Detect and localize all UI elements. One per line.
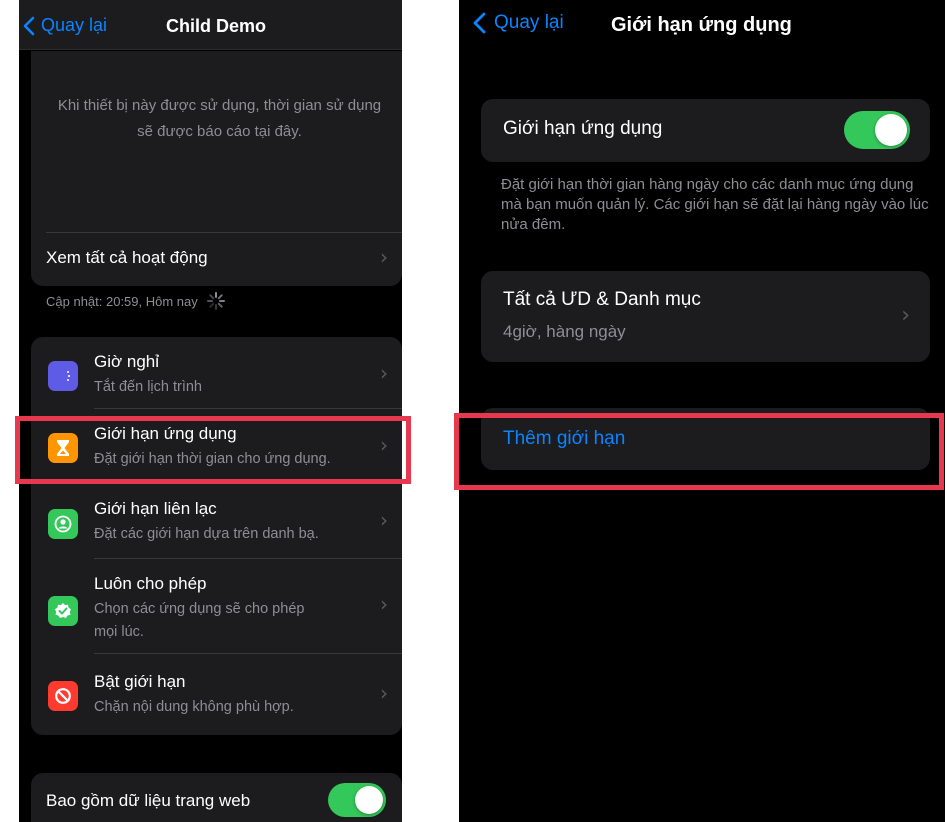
usage-card: Khi thiết bị này được sử dụng, thời gian…: [31, 51, 402, 286]
toggle-knob: [875, 114, 907, 146]
always-allowed-subtitle-line2: mọi lúc.: [94, 624, 144, 640]
hourglass-icon: [48, 433, 78, 463]
always-allowed-title: Luôn cho phép: [94, 574, 207, 593]
app-limits-description: Đặt giới hạn thời gian hàng ngày cho các…: [501, 176, 929, 233]
updated-text: Cập nhật: 20:59, Hôm nay: [46, 293, 198, 309]
page-title: Giới hạn ứng dụng: [611, 14, 792, 36]
chevron-left-icon: [473, 12, 486, 34]
back-button[interactable]: Quay lại: [473, 12, 564, 34]
limit-title: Tất cả ƯD & Danh mục: [503, 289, 701, 310]
back-button[interactable]: Quay lại: [23, 15, 107, 36]
app-limits-subtitle: Đặt giới hạn thời gian cho ứng dụng.: [94, 451, 331, 467]
content-restrictions-row[interactable]: Bật giới hạn Chặn nội dung không phù hợp…: [31, 654, 402, 735]
communication-limits-row[interactable]: Giới hạn liên lạc Đặt các giới hạn dựa t…: [31, 484, 402, 558]
web-data-label: Bao gồm dữ liệu trang web: [46, 791, 251, 810]
content-restrictions-title: Bật giới hạn: [94, 672, 186, 691]
settings-card: Giờ nghỉ Tắt đến lịch trình › Giới hạn ứ…: [31, 337, 402, 735]
always-allowed-row[interactable]: Luôn cho phép Chọn các ứng dụng sẽ cho p…: [31, 559, 402, 653]
chevron-right-icon: ›: [380, 681, 388, 705]
app-limits-toggle-card: Giới hạn ứng dụng: [481, 99, 930, 162]
web-data-toggle[interactable]: [328, 783, 386, 817]
app-limits-row[interactable]: Giới hạn ứng dụng Đặt giới hạn thời gian…: [31, 409, 402, 483]
see-all-activity-label: Xem tất cả hoạt động: [46, 248, 208, 267]
chevron-right-icon: ›: [901, 303, 910, 328]
communication-limits-title: Giới hạn liên lạc: [94, 499, 217, 518]
see-all-activity-row[interactable]: Xem tất cả hoạt động ›: [31, 233, 402, 286]
restriction-icon: [48, 681, 78, 711]
chevron-left-icon: [23, 16, 35, 35]
app-limits-title: Giới hạn ứng dụng: [94, 424, 237, 443]
checkmark-badge-icon: [48, 596, 78, 626]
app-limits-screen: Quay lại Giới hạn ứng dụng Giới hạn ứng …: [459, 0, 945, 822]
add-limit-button[interactable]: Thêm giới hạn: [481, 408, 930, 470]
chevron-right-icon: ›: [380, 592, 388, 616]
contact-icon: [48, 509, 78, 539]
chevron-right-icon: ›: [380, 433, 388, 457]
always-allowed-subtitle-line1: Chọn các ứng dụng sẽ cho phép: [94, 601, 305, 617]
downtime-title: Giờ nghỉ: [94, 352, 160, 371]
limit-subtitle: 4giờ, hàng ngày: [503, 322, 626, 341]
all-apps-categories-row[interactable]: Tất cả ƯD & Danh mục 4giờ, hàng ngày ›: [481, 271, 930, 362]
loading-spinner-icon: [206, 292, 225, 310]
downtime-subtitle: Tắt đến lịch trình: [94, 379, 202, 395]
back-label: Quay lại: [494, 12, 564, 33]
app-limits-toggle-label: Giới hạn ứng dụng: [503, 118, 663, 139]
content-restrictions-subtitle: Chặn nội dung không phù hợp.: [94, 699, 294, 715]
downtime-icon: [48, 361, 78, 391]
back-label: Quay lại: [41, 15, 108, 35]
downtime-row[interactable]: Giờ nghỉ Tắt đến lịch trình ›: [31, 337, 402, 408]
child-demo-screen: Quay lại Child Demo Khi thiết bị này đượ…: [19, 0, 402, 822]
chevron-right-icon: ›: [380, 361, 388, 385]
update-status: Cập nhật: 20:59, Hôm nay: [46, 291, 226, 311]
toggle-knob: [355, 786, 383, 814]
chevron-right-icon: ›: [380, 508, 388, 532]
usage-notice: Khi thiết bị này được sử dụng, thời gian…: [57, 97, 382, 140]
communication-limits-subtitle: Đặt các giới hạn dựa trên danh bạ.: [94, 526, 319, 542]
web-data-card: Bao gồm dữ liệu trang web: [31, 773, 402, 822]
app-limits-toggle[interactable]: [844, 111, 910, 149]
chevron-right-icon: ›: [380, 245, 388, 269]
navigation-bar: Quay lại Giới hạn ứng dụng: [459, 0, 945, 50]
add-limit-label: Thêm giới hạn: [503, 428, 626, 449]
navigation-bar: Quay lại Child Demo: [19, 0, 402, 50]
page-title: Child Demo: [166, 16, 267, 36]
